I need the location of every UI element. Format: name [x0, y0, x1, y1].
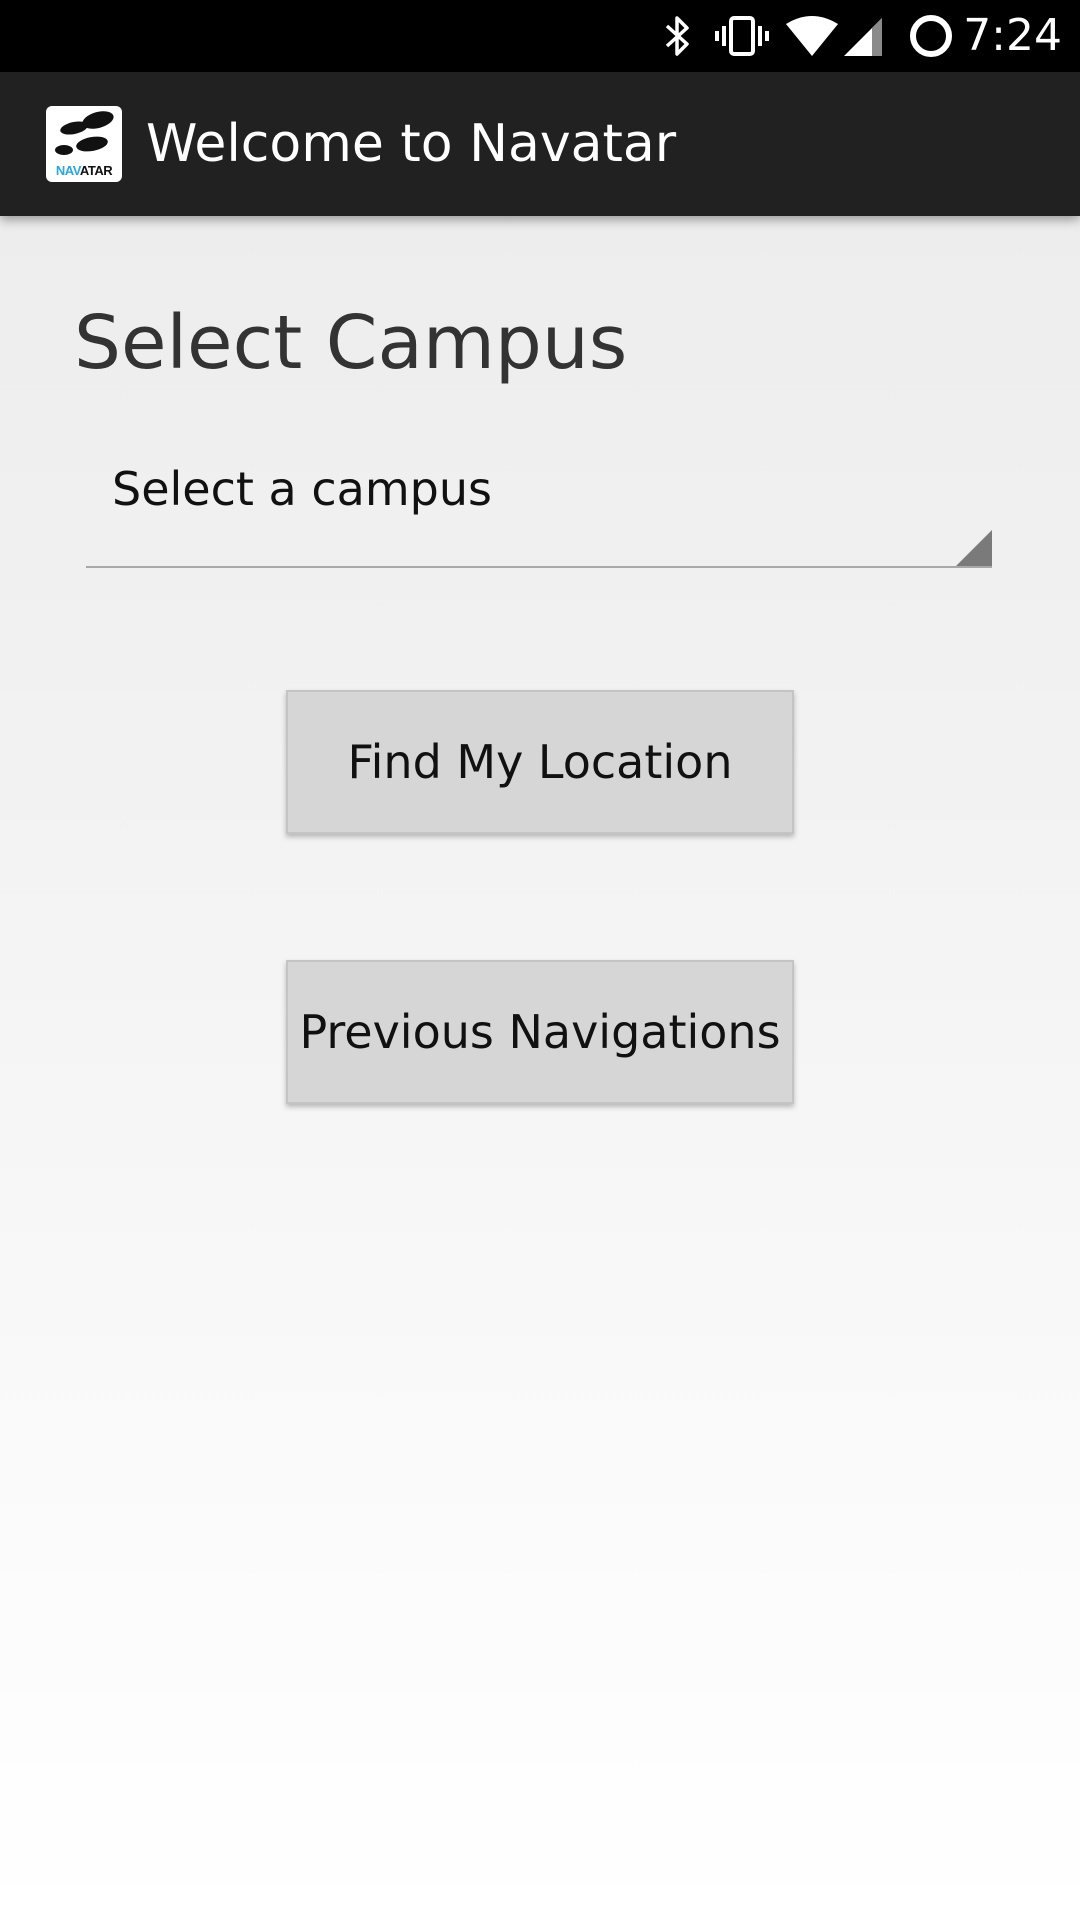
- status-time: 7:24: [963, 10, 1062, 61]
- dropdown-arrow-icon: [956, 530, 992, 566]
- find-my-location-button[interactable]: Find My Location: [286, 690, 794, 834]
- app-title: Welcome to Navatar: [146, 114, 677, 174]
- app-bar: NAVATAR Welcome to Navatar: [0, 72, 1080, 216]
- navatar-logo: NAVATAR: [46, 106, 122, 182]
- wifi-icon: [784, 0, 840, 72]
- logo-wordmark: NAVATAR: [55, 163, 113, 178]
- vibrate-icon: [714, 0, 770, 72]
- sync-icon: [906, 0, 956, 72]
- campus-spinner-value: Select a campus: [112, 462, 492, 516]
- page-heading: Select Campus: [74, 300, 628, 386]
- bluetooth-icon: [660, 0, 696, 72]
- previous-navigations-button[interactable]: Previous Navigations: [286, 960, 794, 1104]
- status-bar: 7:24: [0, 0, 1080, 72]
- footprints-icon: [55, 111, 114, 155]
- cell-signal-icon: [842, 0, 886, 72]
- campus-spinner[interactable]: Select a campus: [86, 440, 992, 568]
